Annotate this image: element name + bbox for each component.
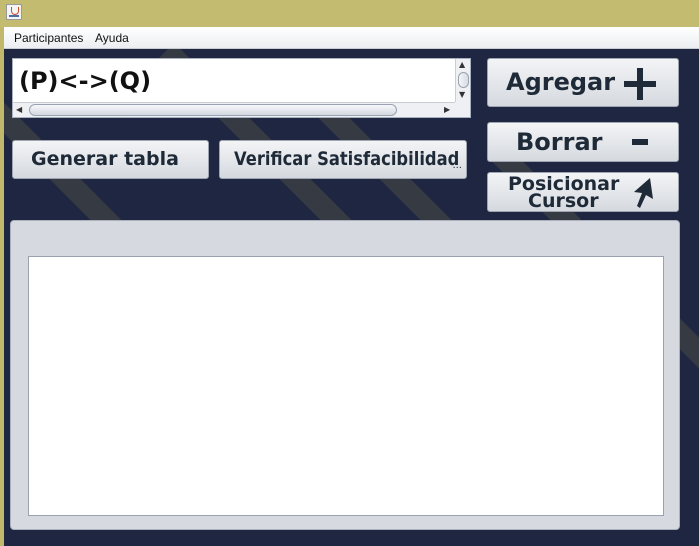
scroll-down-icon[interactable]: ▼	[459, 91, 465, 99]
scroll-up-icon[interactable]: ▲	[459, 61, 465, 69]
java-cup-icon	[6, 4, 22, 20]
minus-icon	[632, 139, 648, 145]
truth-table-area[interactable]	[28, 256, 664, 516]
generar-tabla-label: Generar tabla	[31, 148, 179, 170]
vertical-scroll-thumb[interactable]	[458, 72, 469, 88]
verificar-label: Verificar Satisfacibilidad	[234, 148, 460, 170]
formula-input[interactable]: (P)<->(Q) ▲ ▼ ◀ ▶	[12, 58, 471, 118]
menu-ayuda[interactable]: Ayuda	[95, 31, 129, 45]
generar-tabla-button[interactable]: Generar tabla	[12, 140, 209, 179]
horizontal-scroll-thumb[interactable]	[29, 104, 397, 116]
cursor-label: Cursor	[528, 190, 599, 212]
agregar-button[interactable]: Agregar	[487, 58, 679, 107]
title-bar	[0, 0, 699, 27]
plus-icon	[624, 68, 656, 100]
agregar-label: Agregar	[506, 68, 616, 96]
scroll-right-icon[interactable]: ▶	[444, 106, 450, 114]
scroll-corner	[455, 102, 470, 117]
verificar-satisfacibilidad-button[interactable]: Verificar Satisfacibilidad ...	[219, 140, 467, 179]
menu-participantes[interactable]: Participantes	[14, 31, 83, 45]
scroll-left-icon[interactable]: ◀	[16, 106, 22, 114]
borrar-button[interactable]: Borrar	[487, 122, 679, 162]
borrar-label: Borrar	[516, 128, 603, 156]
main-content: (P)<->(Q) ▲ ▼ ◀ ▶ Agregar Borrar Posicio…	[4, 49, 699, 546]
menu-bar: Participantes Ayuda	[4, 27, 699, 49]
posicionar-cursor-button[interactable]: Posicionar Cursor	[487, 172, 679, 212]
verificar-ellipsis: ...	[452, 160, 462, 171]
horizontal-scrollbar[interactable]: ◀ ▶	[13, 102, 457, 117]
formula-text[interactable]: (P)<->(Q)	[19, 67, 151, 95]
cursor-arrow-icon	[634, 178, 653, 208]
results-panel	[10, 220, 680, 530]
vertical-scrollbar[interactable]: ▲ ▼	[455, 59, 470, 103]
